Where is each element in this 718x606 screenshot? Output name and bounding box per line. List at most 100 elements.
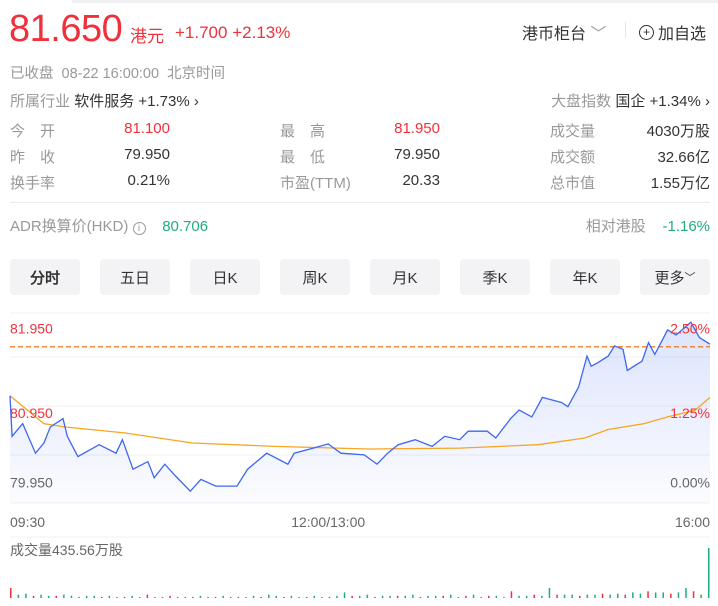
volume-bar (260, 596, 262, 598)
chevron-right-icon: › (193, 93, 199, 110)
volume-bar (47, 595, 50, 598)
volume-bar (131, 595, 133, 598)
tab-label: 日K (212, 269, 238, 287)
volume-bar (146, 594, 149, 598)
volume-bar (192, 596, 194, 598)
volume-bar (268, 594, 270, 598)
chevron-down-icon: ﹀ (684, 272, 696, 284)
y-axis-pct-label: 2.50% (670, 320, 710, 336)
y-axis-pct-label: 1.25% (670, 405, 710, 421)
tab-7[interactable]: 更多 ﹀ (640, 259, 710, 295)
tab-2[interactable]: 日K (190, 259, 260, 295)
volume-bar (374, 596, 376, 598)
tab-label: 五日 (119, 269, 150, 287)
volume-bar (139, 596, 141, 598)
tab-label: 更多 (654, 269, 685, 287)
stat-value: 79.950 (124, 146, 170, 163)
stat-label: 昨 收 (10, 149, 56, 166)
volume-bar (290, 595, 293, 598)
stat-value: 81.100 (124, 120, 170, 137)
status-timezone: 北京时间 (167, 66, 226, 82)
add-watchlist-button[interactable]: + 加自选 (639, 20, 706, 44)
volume-bar (434, 595, 437, 598)
volume-label: 成交量435.56万股 (10, 542, 123, 558)
tab-1[interactable]: 五日 (100, 259, 170, 295)
volume-bar (571, 594, 573, 598)
volume-bar (214, 596, 217, 598)
volume-bar (412, 594, 414, 598)
y-axis-label: 81.950 (10, 320, 53, 336)
industry-label: 所属行业 (10, 93, 71, 110)
volume-bar (586, 594, 589, 598)
counter-selector[interactable]: 港币柜台 ﹀ (522, 20, 606, 44)
volume-bar (328, 596, 331, 598)
stat-label: 总市值 (550, 175, 596, 192)
volume-bar (518, 595, 520, 598)
volume-bar (230, 596, 232, 598)
volume-bar (617, 593, 619, 598)
volume-bar (252, 595, 255, 598)
y-axis-pct-label: 0.00% (670, 474, 710, 490)
volume-bar (116, 596, 118, 598)
volume-bar (503, 596, 505, 598)
y-axis-label: 79.950 (10, 474, 53, 490)
volume-bar (305, 596, 308, 598)
volume-bar (624, 594, 626, 598)
tab-3[interactable]: 周K (280, 259, 350, 295)
plus-circle-icon: + (639, 24, 654, 40)
adr-price: ADR换算价(HKD) i 80.706 (10, 215, 208, 236)
volume-bar (692, 591, 695, 598)
volume-bar (283, 596, 285, 598)
relative-hk: 相对港股 -1.16% (586, 215, 710, 236)
adr-label: ADR换算价(HKD) (10, 218, 129, 235)
price-line (9, 321, 711, 493)
tab-label: 月K (392, 269, 418, 287)
volume-bar (495, 595, 498, 598)
info-icon[interactable]: i (132, 222, 146, 235)
tab-5[interactable]: 季K (460, 259, 530, 295)
volume-bar (533, 594, 535, 598)
volume-bar (601, 593, 604, 598)
volume-bar (169, 595, 171, 598)
price-area (10, 322, 710, 503)
stat-value: 32.66亿 (657, 149, 710, 166)
volume-bar (298, 596, 300, 598)
volume-bar (154, 596, 156, 598)
volume-bar (609, 594, 611, 598)
tab-0[interactable]: 分时 (10, 259, 80, 295)
volume-bar (541, 595, 543, 598)
index-name: 国企 (615, 93, 646, 110)
volume-bar (488, 595, 490, 598)
volume-bar (450, 594, 452, 598)
tab-6[interactable]: 年K (550, 259, 620, 295)
index-label: 大盘指数 (551, 93, 612, 110)
volume-bar (40, 594, 42, 598)
volume-bar (639, 593, 642, 598)
volume-bar (556, 594, 558, 598)
volume-bar (594, 594, 596, 598)
volume-bar (351, 595, 353, 598)
divider (10, 202, 710, 203)
volume-bar (237, 596, 240, 598)
index-link[interactable]: 大盘指数 国企 +1.34% › (551, 90, 710, 111)
volume-bar (321, 596, 323, 598)
volume-bar (184, 596, 186, 598)
volume-bar (389, 595, 391, 598)
stat-value: 20.33 (402, 172, 440, 189)
price-change: +1.700 +2.13% (175, 23, 290, 43)
volume-bar (396, 595, 399, 598)
volume-bar (647, 591, 649, 598)
status-time: 08-22 16:00:00 (61, 66, 160, 82)
tab-label: 周K (302, 269, 328, 287)
status-state: 已收盘 (10, 66, 54, 82)
tab-4[interactable]: 月K (370, 259, 440, 295)
stat-value: 0.21% (127, 172, 170, 189)
current-price: 81.650 (9, 8, 123, 50)
volume-bar (108, 595, 111, 598)
add-watchlist-label: 加自选 (658, 26, 707, 43)
volume-bar (63, 594, 65, 598)
industry-link[interactable]: 所属行业 软件服务 +1.73% › (10, 90, 199, 111)
volume-bar (708, 548, 710, 598)
volume-bar (457, 596, 460, 598)
volume-bar (525, 595, 528, 598)
